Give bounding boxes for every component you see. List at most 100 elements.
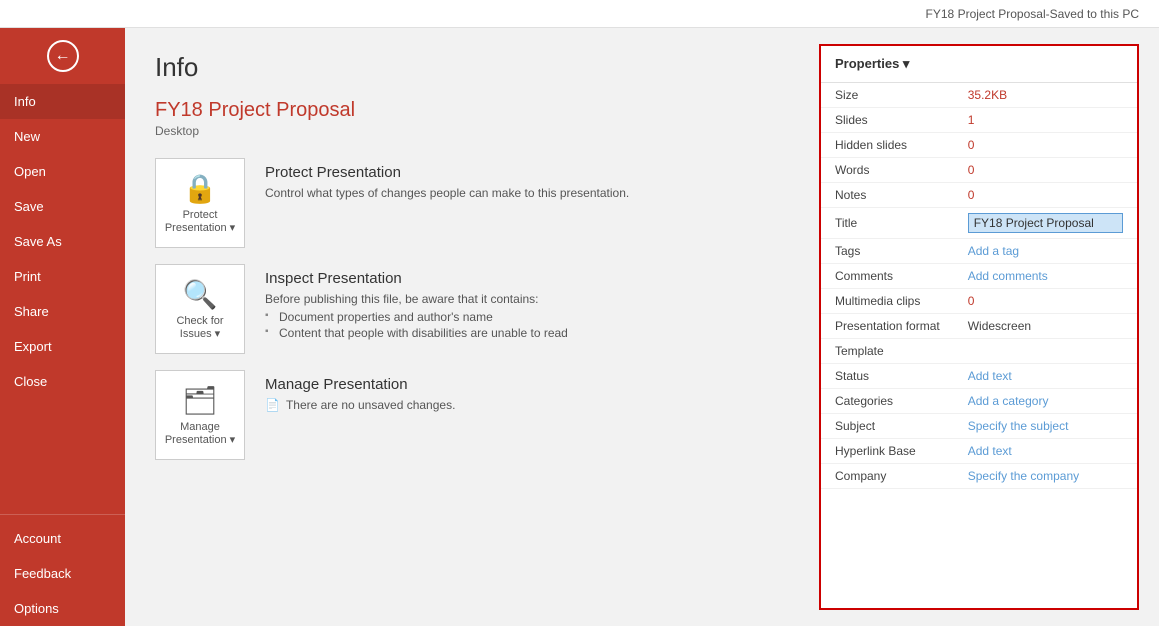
property-value: Widescreen: [954, 314, 1137, 339]
sidebar-item-close[interactable]: Close: [0, 364, 125, 399]
property-label: Words: [821, 158, 954, 183]
inspect-bullet-1: Document properties and author's name: [265, 310, 789, 324]
main-layout: ← Info New Open Save Save As Print Share…: [0, 28, 1159, 626]
check-issues-label: Check forIssues ▾: [176, 315, 223, 340]
no-changes-text: There are no unsaved changes.: [286, 398, 455, 412]
property-label: Presentation format: [821, 314, 954, 339]
property-label: Notes: [821, 183, 954, 208]
document-icon: 📄: [265, 398, 280, 412]
properties-panel: Properties ▾ Size35.2KBSlides1Hidden sli…: [819, 44, 1139, 610]
sidebar-item-feedback[interactable]: Feedback: [0, 556, 125, 591]
inspect-desc: Before publishing this file, be aware th…: [265, 292, 789, 306]
manage-button[interactable]: 🗂 ManagePresentation ▾: [155, 370, 245, 460]
title-input[interactable]: [968, 213, 1123, 233]
property-row: TagsAdd a tag: [821, 239, 1137, 264]
sidebar-bottom: Account Feedback Options: [0, 508, 125, 626]
back-button[interactable]: ←: [0, 28, 125, 84]
top-bar-filename: FY18 Project Proposal: [926, 7, 1046, 21]
protect-desc: Control what types of changes people can…: [265, 186, 789, 200]
property-label: Multimedia clips: [821, 289, 954, 314]
property-row: Notes0: [821, 183, 1137, 208]
sidebar-item-new[interactable]: New: [0, 119, 125, 154]
page-title: Info: [155, 52, 789, 83]
property-row: Hidden slides0: [821, 133, 1137, 158]
properties-title: Properties ▾: [835, 56, 909, 72]
check-issues-button[interactable]: 🔍 Check forIssues ▾: [155, 264, 245, 354]
inspect-card: 🔍 Check forIssues ▾ Inspect Presentation…: [155, 264, 789, 354]
inspect-bullets: Document properties and author's name Co…: [265, 310, 789, 340]
protect-card: 🔒 ProtectPresentation ▾ Protect Presenta…: [155, 158, 789, 248]
sidebar-item-save-as[interactable]: Save As: [0, 224, 125, 259]
top-bar-save-status: Saved to this PC: [1050, 7, 1139, 21]
property-label: Categories: [821, 389, 954, 414]
property-value: [954, 339, 1137, 364]
file-location: Desktop: [155, 124, 789, 138]
sidebar-item-options[interactable]: Options: [0, 591, 125, 626]
content-inner: Info FY18 Project Proposal Desktop 🔒 Pro…: [125, 28, 1159, 626]
property-value: 0: [954, 133, 1137, 158]
sidebar-item-info[interactable]: Info: [0, 84, 125, 119]
top-bar: FY18 Project Proposal - Saved to this PC: [0, 0, 1159, 28]
back-circle-icon: ←: [47, 40, 79, 72]
property-row: CommentsAdd comments: [821, 264, 1137, 289]
property-row: Presentation formatWidescreen: [821, 314, 1137, 339]
manage-content: Manage Presentation 📄 There are no unsav…: [265, 370, 789, 412]
manage-button-label: ManagePresentation ▾: [165, 421, 235, 446]
property-row: Multimedia clips0: [821, 289, 1137, 314]
sidebar: ← Info New Open Save Save As Print Share…: [0, 28, 125, 626]
manage-card: 🗂 ManagePresentation ▾ Manage Presentati…: [155, 370, 789, 460]
property-value[interactable]: Add text: [954, 364, 1137, 389]
sidebar-item-print[interactable]: Print: [0, 259, 125, 294]
property-value[interactable]: Specify the company: [954, 464, 1137, 489]
property-row: Title: [821, 208, 1137, 239]
manage-icon: 🗂: [182, 384, 218, 417]
property-row: SubjectSpecify the subject: [821, 414, 1137, 439]
inspect-bullet-2: Content that people with disabilities ar…: [265, 326, 789, 340]
properties-header[interactable]: Properties ▾: [821, 46, 1137, 83]
property-value[interactable]: Add a tag: [954, 239, 1137, 264]
property-row: Hyperlink BaseAdd text: [821, 439, 1137, 464]
property-label: Template: [821, 339, 954, 364]
property-label: Hidden slides: [821, 133, 954, 158]
property-row: Words0: [821, 158, 1137, 183]
property-value[interactable]: [954, 208, 1137, 239]
protect-title: Protect Presentation: [265, 164, 789, 181]
property-value: 0: [954, 289, 1137, 314]
info-panel: Info FY18 Project Proposal Desktop 🔒 Pro…: [125, 28, 819, 626]
property-row: StatusAdd text: [821, 364, 1137, 389]
sidebar-item-save[interactable]: Save: [0, 189, 125, 224]
lock-icon: 🔒: [183, 172, 218, 205]
property-value: 0: [954, 183, 1137, 208]
property-row: CategoriesAdd a category: [821, 389, 1137, 414]
property-label: Company: [821, 464, 954, 489]
sidebar-item-share[interactable]: Share: [0, 294, 125, 329]
property-label: Title: [821, 208, 954, 239]
property-value[interactable]: Specify the subject: [954, 414, 1137, 439]
file-title: FY18 Project Proposal: [155, 99, 789, 122]
property-value[interactable]: Add comments: [954, 264, 1137, 289]
sidebar-divider: [0, 514, 125, 515]
property-label: Slides: [821, 108, 954, 133]
inspect-icon: 🔍: [183, 278, 218, 311]
property-row: Size35.2KB: [821, 83, 1137, 108]
property-value[interactable]: Add a category: [954, 389, 1137, 414]
sidebar-nav: Info New Open Save Save As Print Share E…: [0, 84, 125, 626]
content-area: Info FY18 Project Proposal Desktop 🔒 Pro…: [125, 28, 1159, 626]
property-value[interactable]: Add text: [954, 439, 1137, 464]
properties-table: Size35.2KBSlides1Hidden slides0Words0Not…: [821, 83, 1137, 489]
property-row: Slides1: [821, 108, 1137, 133]
protect-content: Protect Presentation Control what types …: [265, 158, 789, 204]
inspect-title: Inspect Presentation: [265, 270, 789, 287]
sidebar-item-export[interactable]: Export: [0, 329, 125, 364]
property-value: 0: [954, 158, 1137, 183]
sidebar-item-open[interactable]: Open: [0, 154, 125, 189]
property-row: Template: [821, 339, 1137, 364]
property-row: CompanySpecify the company: [821, 464, 1137, 489]
property-label: Comments: [821, 264, 954, 289]
property-label: Subject: [821, 414, 954, 439]
property-label: Tags: [821, 239, 954, 264]
property-value: 1: [954, 108, 1137, 133]
property-label: Hyperlink Base: [821, 439, 954, 464]
protect-button[interactable]: 🔒 ProtectPresentation ▾: [155, 158, 245, 248]
sidebar-item-account[interactable]: Account: [0, 521, 125, 556]
